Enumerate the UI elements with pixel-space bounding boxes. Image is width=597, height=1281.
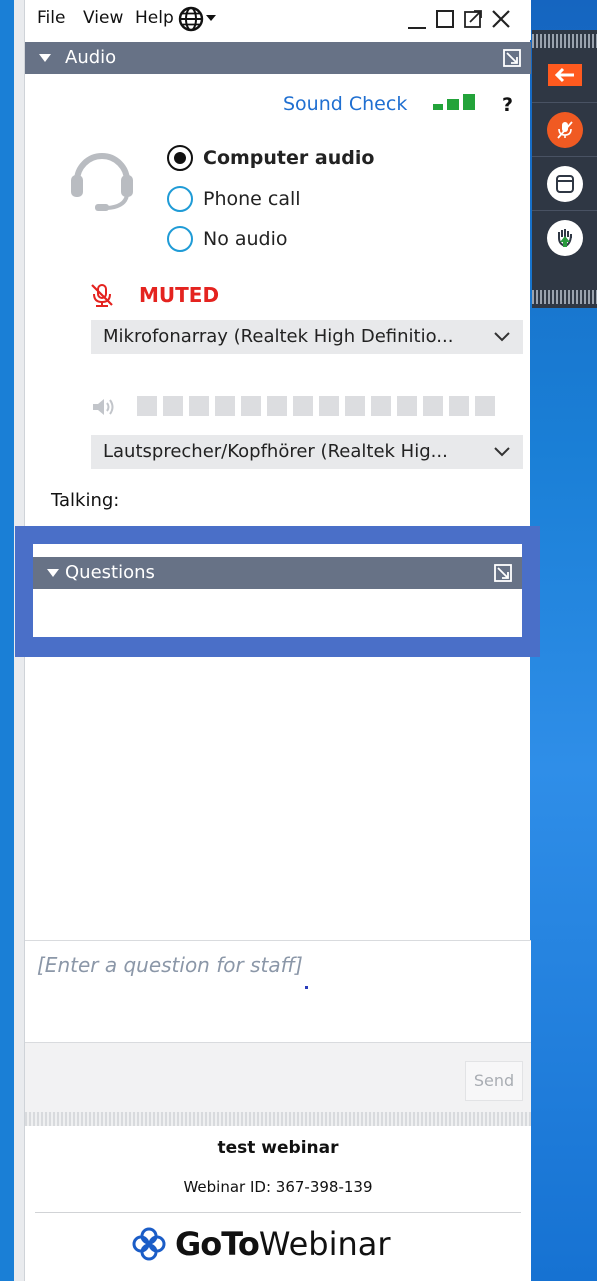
toolbar-raise-hand-button[interactable]: [532, 210, 597, 264]
language-globe-icon[interactable]: [178, 6, 204, 32]
signal-strength-icon: [433, 94, 475, 110]
brand-webinar-text: Webinar: [258, 1225, 391, 1263]
no-audio-label: No audio: [203, 228, 288, 250]
phone-call-option[interactable]: Phone call: [167, 185, 301, 213]
chevron-down-icon[interactable]: [493, 443, 511, 461]
webinar-title: test webinar: [217, 1138, 339, 1158]
muted-status-label: MUTED: [139, 283, 220, 307]
sound-check-link[interactable]: Sound Check: [283, 93, 407, 115]
speaker-icon: [93, 399, 114, 415]
talking-label: Talking:: [51, 490, 120, 511]
maximize-icon[interactable]: [433, 6, 457, 32]
headset-icon: [71, 153, 133, 211]
grab-tab-toolbar: [532, 30, 597, 308]
computer-audio-option[interactable]: Computer audio: [167, 144, 374, 172]
phone-call-radio[interactable]: [167, 186, 193, 212]
audio-section-header[interactable]: Audio: [25, 42, 531, 74]
show-panel-button[interactable]: [532, 48, 597, 102]
collapse-triangle-icon[interactable]: [47, 569, 59, 577]
minimize-icon[interactable]: [405, 6, 429, 32]
speaker-selected-value: Lautsprecher/Kopfhörer (Realtek Hig...: [103, 441, 448, 462]
popout-section-icon[interactable]: [494, 564, 512, 582]
text-cursor: [305, 986, 308, 989]
phone-call-label: Phone call: [203, 188, 301, 210]
microphone-muted-icon[interactable]: [546, 111, 583, 148]
menu-file[interactable]: File: [37, 8, 65, 28]
questions-section-title: Questions: [65, 562, 155, 583]
close-icon[interactable]: [489, 6, 513, 32]
toolbar-screen-button[interactable]: [532, 156, 597, 210]
footer-divider: [35, 1212, 521, 1213]
audio-help-icon[interactable]: ?: [502, 94, 513, 116]
toolbar-grip-top[interactable]: [532, 34, 597, 48]
arrow-left-icon[interactable]: [547, 64, 582, 86]
speaker-level-meter: [137, 396, 495, 416]
microphone-muted-icon[interactable]: [89, 282, 115, 308]
menu-bar: File View Help: [25, 0, 531, 40]
resize-grip[interactable]: [25, 1112, 531, 1126]
question-input[interactable]: [Enter a question for staff]: [25, 940, 531, 1042]
toolbar-mute-button[interactable]: [532, 102, 597, 156]
webinar-footer: test webinar Webinar ID: 367-398-139 GoT…: [25, 1126, 531, 1281]
raise-hand-icon[interactable]: [546, 219, 583, 256]
speaker-select[interactable]: Lautsprecher/Kopfhörer (Realtek Hig...: [91, 435, 523, 469]
webinar-id: Webinar ID: 367-398-139: [183, 1178, 373, 1196]
question-input-placeholder: [Enter a question for staff]: [37, 953, 303, 977]
questions-section-header[interactable]: Questions: [33, 557, 522, 589]
send-button[interactable]: Send: [465, 1061, 523, 1101]
language-dropdown-caret-icon[interactable]: [206, 15, 216, 21]
screen-window-icon[interactable]: [546, 165, 583, 202]
popout-window-icon[interactable]: [461, 6, 485, 32]
no-audio-option[interactable]: No audio: [167, 225, 288, 253]
audio-section-title: Audio: [65, 47, 117, 68]
gotowebinar-flower-icon: [132, 1227, 166, 1261]
toolbar-grip-bottom[interactable]: [532, 290, 597, 304]
gotowebinar-logo: GoTo Webinar: [131, 1224, 391, 1264]
microphone-select[interactable]: Mikrofonarray (Realtek High Definitio...: [91, 320, 523, 354]
brand-goto-text: GoTo: [175, 1225, 260, 1263]
questions-highlight-frame: [15, 526, 540, 657]
collapse-triangle-icon[interactable]: [39, 54, 51, 62]
menu-view[interactable]: View: [83, 8, 123, 28]
computer-audio-label: Computer audio: [203, 147, 375, 169]
chevron-down-icon[interactable]: [493, 328, 511, 346]
popout-section-icon[interactable]: [503, 49, 521, 67]
computer-audio-radio[interactable]: [167, 145, 193, 171]
menu-help[interactable]: Help: [135, 8, 174, 28]
send-area: Send: [25, 1042, 531, 1118]
no-audio-radio[interactable]: [167, 226, 193, 252]
microphone-selected-value: Mikrofonarray (Realtek High Definitio...: [103, 326, 454, 347]
